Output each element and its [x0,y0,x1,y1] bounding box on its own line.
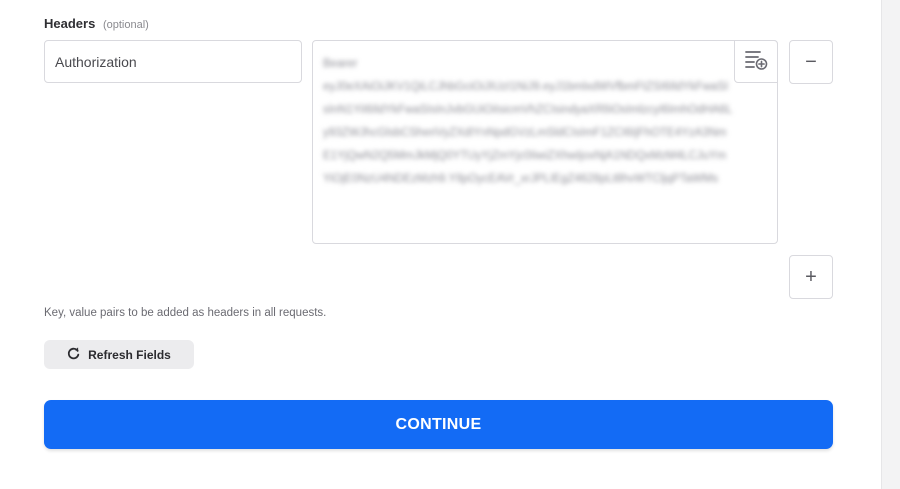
refresh-fields-button[interactable]: Refresh Fields [44,340,194,369]
plus-icon: + [805,265,817,288]
continue-button[interactable]: CONTINUE [44,400,833,449]
optional-tag: (optional) [102,19,149,31]
refresh-fields-label: Refresh Fields [88,347,171,362]
scrollbar-track[interactable] [881,0,900,489]
header-key-input[interactable] [44,40,302,83]
headers-label: Headers (optional) [44,16,149,31]
refresh-icon [67,346,80,363]
remove-header-button[interactable]: − [789,40,833,84]
add-header-button[interactable]: + [789,255,833,299]
headers-helper-text: Key, value pairs to be added as headers … [44,307,327,319]
insert-field-icon [744,48,768,75]
insert-field-button[interactable] [734,40,778,83]
header-value-field[interactable]: Bearer eyJ0eXAiOiJKV1QiLCJhbGciOiJIUzI1N… [312,40,778,244]
continue-label: CONTINUE [395,415,482,433]
minus-icon: − [805,50,817,73]
headers-form-page: Headers (optional) Bearer eyJ0eXAiOiJKV1… [0,0,900,489]
header-value-text: Bearer eyJ0eXAiOiJKV1QiLCJhbGciOiJIUzI1N… [323,58,733,185]
headers-label-text: Headers [44,16,96,31]
